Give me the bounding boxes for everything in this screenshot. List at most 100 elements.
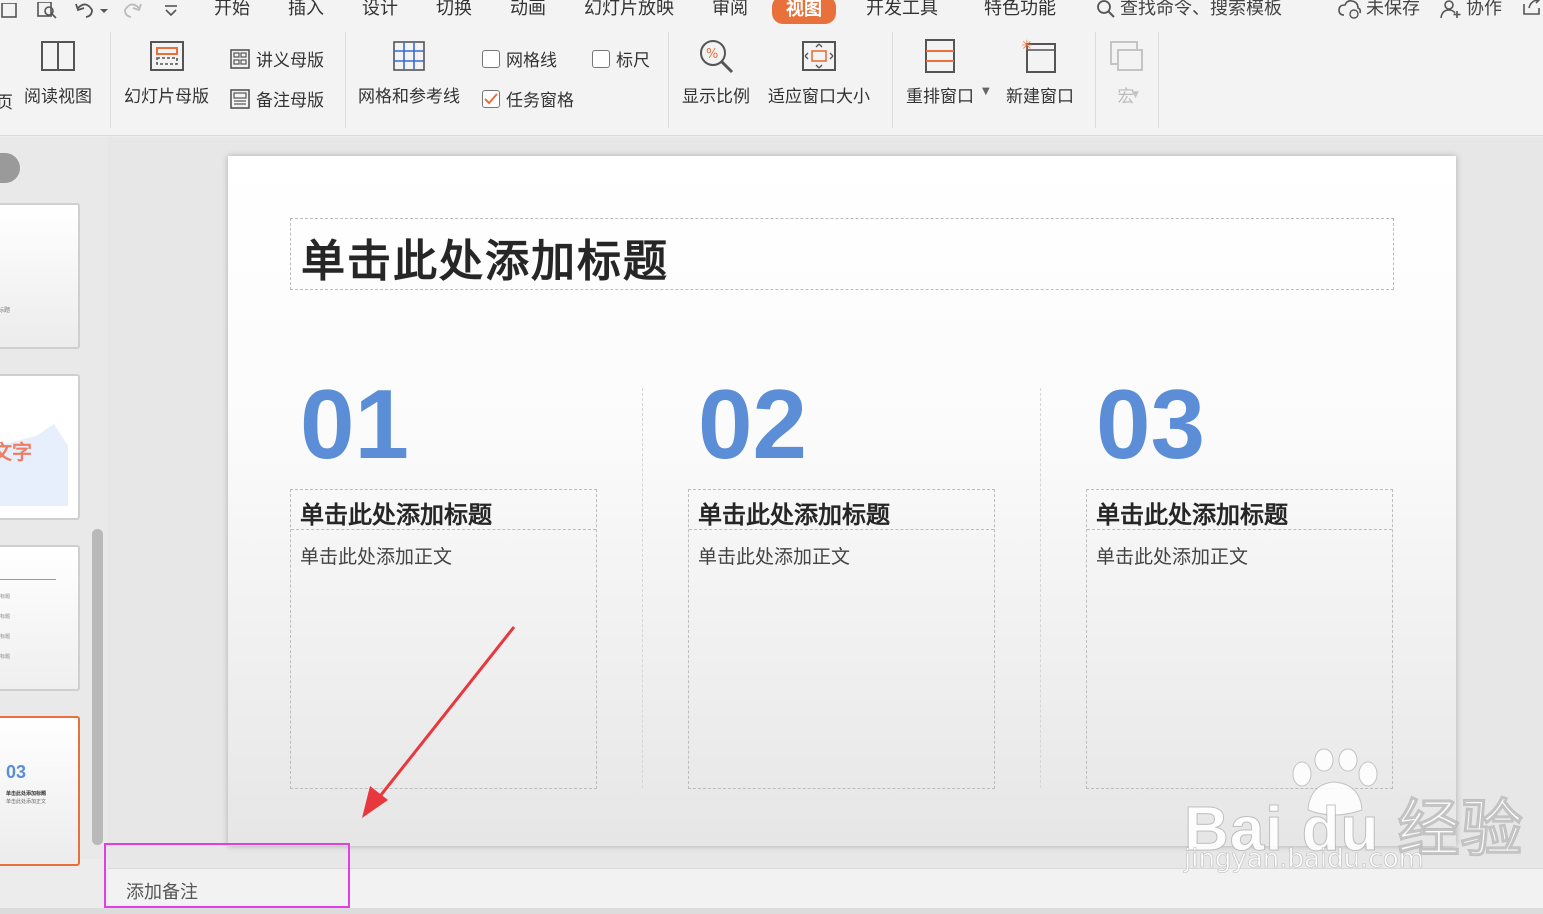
svg-text:✳: ✳ (1022, 38, 1033, 54)
notes-master-icon (230, 88, 250, 109)
search-command[interactable]: 查找命令、搜索模板 (1096, 0, 1282, 22)
column-3-body[interactable]: 单击此处添加正文 (1096, 542, 1248, 569)
ribbon-divider (1158, 32, 1159, 128)
macro-button[interactable]: 宏 (1106, 36, 1146, 107)
arrange-windows-label: 重排窗口 (906, 87, 974, 107)
thumbnail-1-caption: 标题 (0, 307, 11, 314)
handout-master-label: 讲义母版 (256, 51, 324, 71)
thumbnail-4-body: 单击此处添加正文 (6, 799, 47, 805)
thumbnail-4-number: 03 (6, 762, 27, 782)
collaborate-icon (1440, 0, 1461, 19)
zoom-button[interactable]: % 显示比例 (682, 36, 750, 107)
page-view-label-partial[interactable]: 页 (0, 88, 13, 113)
column-2-placeholder[interactable]: 单击此处添加标题 单击此处添加正文 (688, 489, 995, 789)
undo-icon[interactable] (72, 0, 112, 22)
thumbnail-2-text: 文字 (0, 440, 32, 464)
svg-text:%: % (706, 47, 718, 62)
slide-thumbnail-3[interactable]: 标题 标题 标题 标题 (0, 545, 80, 691)
thumbnail-3-line: 标题 (0, 614, 11, 620)
thumbnail-4-title: 单击此处添加标题 (6, 791, 47, 797)
tab-special-features[interactable]: 特色功能 (984, 0, 1056, 22)
slide-master-label: 幻灯片母版 (124, 87, 209, 107)
ribbon-divider (892, 32, 893, 128)
gridlines-check-box[interactable] (482, 49, 500, 68)
share-icon[interactable] (1520, 0, 1542, 16)
column-divider (642, 388, 643, 788)
save-icon[interactable] (0, 0, 20, 22)
ribbon-divider (110, 32, 111, 128)
tab-view[interactable]: 视图 (772, 0, 836, 24)
reading-view-label: 阅读视图 (24, 87, 92, 107)
tab-design[interactable]: 设计 (362, 0, 398, 22)
status-strip (0, 908, 1543, 914)
macro-icon (1106, 36, 1146, 76)
collaborate-label: 协作 (1466, 0, 1502, 19)
arrange-windows-icon (920, 36, 960, 76)
handout-master-button[interactable]: 讲义母版 (230, 46, 324, 71)
new-slide-icon[interactable] (0, 153, 20, 183)
arrange-dropdown-arrow-icon[interactable]: ▼ (982, 86, 990, 97)
collaborate-button[interactable]: 协作 (1440, 0, 1502, 22)
notes-master-button[interactable]: 备注母版 (230, 86, 324, 111)
redo-icon[interactable] (120, 0, 144, 22)
macro-dropdown-arrow-icon[interactable]: ▼ (1132, 90, 1139, 100)
notes-highlight-box (104, 843, 350, 908)
gridlines-label: 网格线 (506, 51, 557, 71)
column-1-number: 01 (300, 369, 410, 479)
baidu-jingyan-watermark: Bai du 经验 jingyan.baidu.com (1180, 748, 1523, 888)
column-3-heading[interactable]: 单击此处添加标题 (1087, 490, 1392, 530)
ribbon-divider (345, 32, 346, 128)
watermark-site: jingyan.baidu.com (1184, 844, 1425, 875)
gridlines-checkbox[interactable]: 网格线 (482, 46, 557, 71)
slide-thumbnails-pane: 标题 文字 标题 标题 标题 标题 03 单击此处添加标题 单击此处添加正文 (0, 137, 108, 866)
thumbnails-scrollbar[interactable] (92, 529, 103, 845)
fit-window-button[interactable]: 适应窗口大小 (768, 36, 870, 107)
slide-thumbnail-2[interactable]: 文字 (0, 374, 80, 520)
tab-review[interactable]: 审阅 (712, 0, 748, 22)
grid-guides-label: 网格和参考线 (358, 87, 460, 107)
arrange-windows-button[interactable]: 重排窗口 (906, 36, 974, 107)
slide-canvas[interactable]: 单击此处添加标题 01 02 03 单击此处添加标题 单击此处添加正文 单击此处… (228, 156, 1456, 846)
title-placeholder[interactable]: 单击此处添加标题 (290, 218, 1394, 290)
ribbon-divider (668, 32, 669, 128)
customize-toolbar-icon[interactable] (160, 0, 182, 22)
new-window-icon: ✳ (1020, 36, 1060, 76)
column-3-placeholder[interactable]: 单击此处添加标题 单击此处添加正文 (1086, 489, 1393, 789)
zoom-percent-icon: % (696, 36, 736, 76)
grid-guides-button[interactable]: 网格和参考线 (358, 36, 460, 107)
tab-animations[interactable]: 动画 (510, 0, 546, 22)
tab-home[interactable]: 开始 (214, 0, 250, 22)
thumbnail-3-line: 标题 (0, 594, 11, 600)
print-preview-icon[interactable] (34, 0, 60, 22)
tab-insert[interactable]: 插入 (288, 0, 324, 22)
column-2-number: 02 (698, 369, 808, 479)
thumbnail-3-rule (0, 579, 56, 580)
slide-master-button[interactable]: 幻灯片母版 (124, 36, 209, 107)
zoom-label: 显示比例 (682, 87, 750, 107)
column-1-heading[interactable]: 单击此处添加标题 (291, 490, 596, 530)
ruler-check-box[interactable] (592, 49, 610, 68)
task-pane-checkbox[interactable]: 任务窗格 (482, 86, 574, 111)
reading-view-button[interactable]: 阅读视图 (24, 36, 92, 107)
ribbon-divider (1095, 32, 1096, 128)
tab-slideshow[interactable]: 幻灯片放映 (584, 0, 674, 22)
task-pane-check-box[interactable] (482, 89, 500, 108)
column-2-heading[interactable]: 单击此处添加标题 (689, 490, 994, 530)
tab-transitions[interactable]: 切换 (436, 0, 472, 22)
search-icon (1097, 0, 1115, 18)
column-1-body[interactable]: 单击此处添加正文 (300, 542, 452, 569)
unsaved-status[interactable]: 未保存 (1338, 0, 1420, 22)
ruler-checkbox[interactable]: 标尺 (592, 46, 650, 71)
slide-title: 单击此处添加标题 (301, 236, 669, 287)
new-window-button[interactable]: ✳ 新建窗口 (1006, 36, 1074, 107)
tab-developer[interactable]: 开发工具 (866, 0, 938, 22)
notes-master-label: 备注母版 (256, 91, 324, 111)
handout-master-icon (230, 48, 250, 69)
column-2-body[interactable]: 单击此处添加正文 (698, 542, 850, 569)
column-1-placeholder[interactable]: 单击此处添加标题 单击此处添加正文 (290, 489, 597, 789)
slide-thumbnail-4-active[interactable]: 03 单击此处添加标题 单击此处添加正文 (0, 716, 80, 866)
thumbnail-3-line: 标题 (0, 654, 11, 660)
slide-thumbnail-1[interactable]: 标题 (0, 203, 80, 349)
thumbnail-3-line: 标题 (0, 634, 11, 640)
book-icon (38, 36, 78, 76)
